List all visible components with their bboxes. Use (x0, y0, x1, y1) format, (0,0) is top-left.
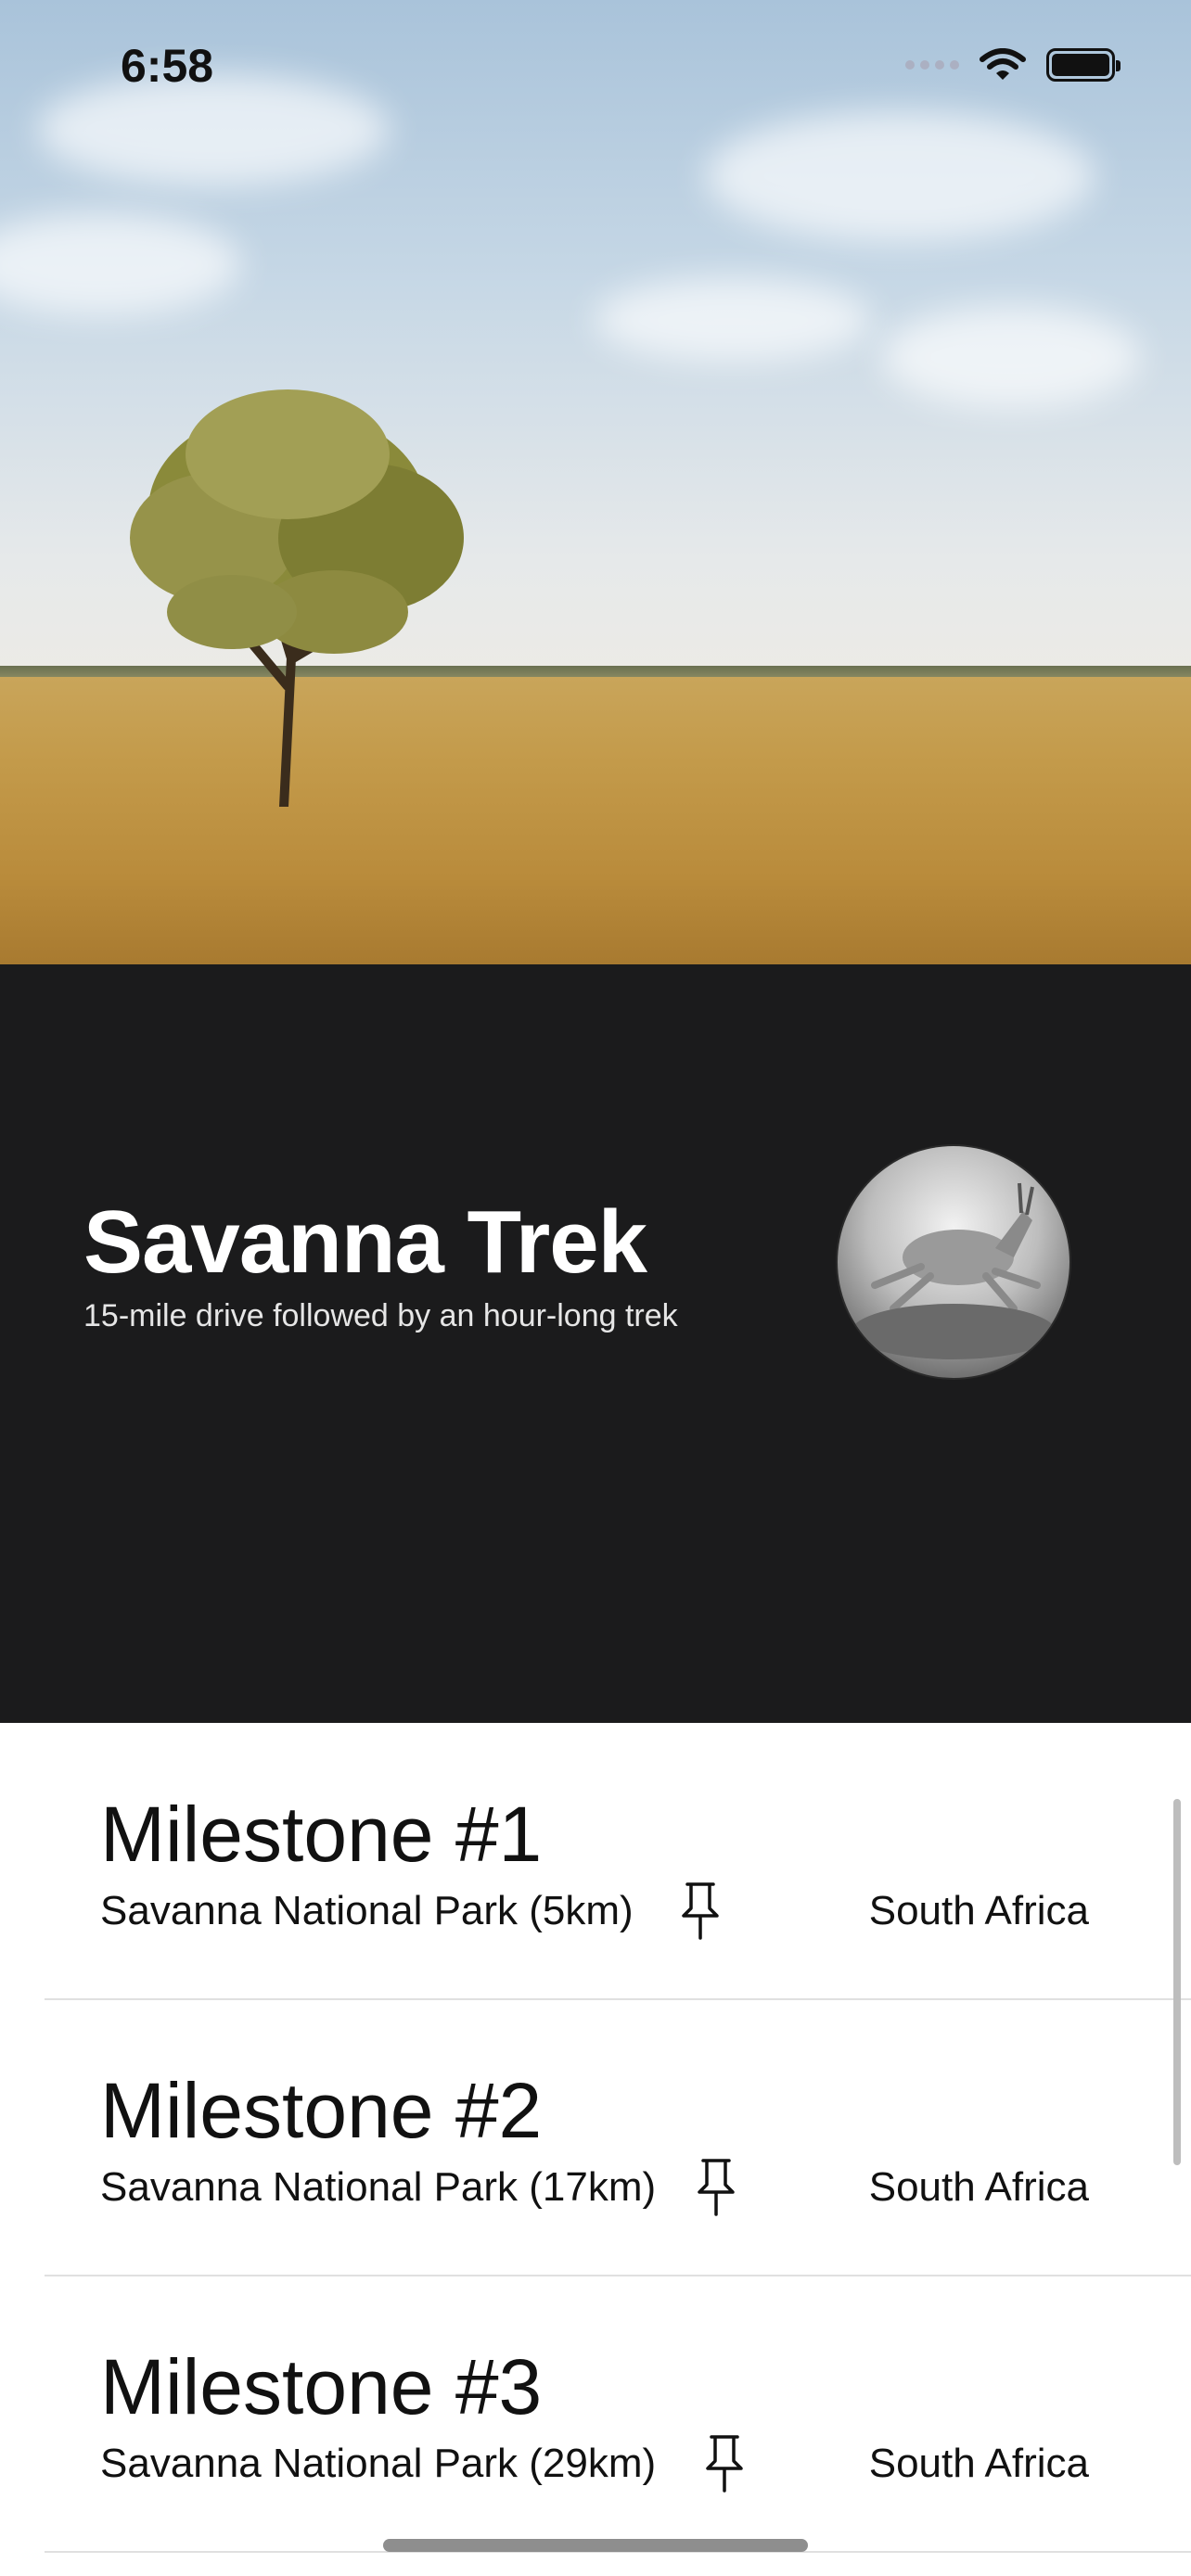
battery-icon (1046, 48, 1121, 82)
pin-icon (706, 2435, 743, 2493)
milestone-title: Milestone #1 (100, 1791, 543, 1878)
milestone-list[interactable]: Milestone #1 Savanna National Park (5km)… (0, 1723, 1191, 2576)
wifi-icon (980, 48, 1026, 80)
trek-title: Savanna Trek (83, 1192, 647, 1292)
trek-avatar[interactable] (838, 1146, 1069, 1378)
status-time: 6:58 (121, 40, 214, 92)
milestone-country: South Africa (868, 2164, 1089, 2210)
hero-image (0, 0, 1191, 964)
milestone-park: Savanna National Park (29km) (100, 2441, 657, 2486)
milestone-title: Milestone #2 (100, 2067, 543, 2154)
milestone-park: Savanna National Park (17km) (100, 2164, 657, 2210)
milestone-row[interactable]: Milestone #2 Savanna National Park (17km… (0, 1999, 1191, 2276)
signal-icon (905, 60, 959, 70)
status-bar: 6:58 (0, 0, 1191, 130)
milestone-row[interactable]: Milestone #1 Savanna National Park (5km)… (0, 1723, 1191, 1999)
milestone-country: South Africa (868, 2441, 1089, 2486)
tree-illustration (130, 389, 464, 807)
milestone-title: Milestone #3 (100, 2343, 543, 2430)
scrollbar[interactable] (1173, 1799, 1181, 2165)
pin-icon (698, 2159, 735, 2216)
pin-icon (682, 1882, 719, 1940)
trek-subtitle: 15-mile drive followed by an hour-long t… (83, 1298, 678, 1333)
milestone-park: Savanna National Park (5km) (100, 1888, 634, 1933)
milestone-row[interactable]: Milestone #3 Savanna National Park (29km… (0, 2276, 1191, 2552)
antelope-icon (852, 1182, 1056, 1359)
home-indicator[interactable] (383, 2539, 808, 2552)
milestone-country: South Africa (868, 1888, 1089, 1933)
